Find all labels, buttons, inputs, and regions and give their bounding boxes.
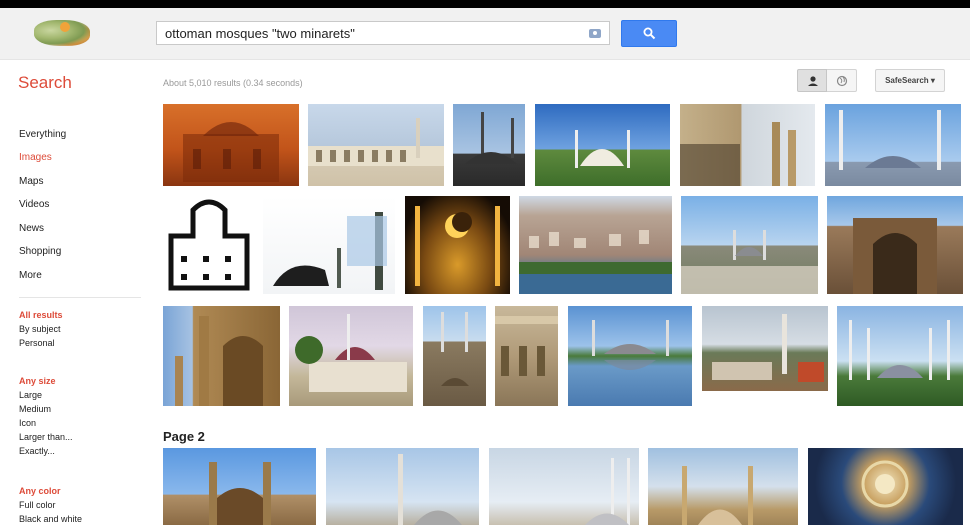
filter-larger-than[interactable]: Larger than... [19, 432, 73, 442]
fountain-courtyard-icon [441, 312, 469, 386]
mosque-silhouette-icon [183, 122, 279, 182]
modern-mosque-icon [575, 130, 630, 168]
filter-by-subject[interactable]: By subject [19, 324, 61, 334]
painted-mosque-icon [295, 314, 407, 392]
skyline-minaret-icon [712, 314, 824, 382]
personal-results-button[interactable] [797, 69, 827, 92]
image-result[interactable] [308, 104, 444, 186]
image-result[interactable] [163, 104, 299, 186]
filter-large[interactable]: Large [19, 390, 42, 400]
nav-maps[interactable]: Maps [19, 176, 43, 187]
image-result[interactable] [648, 448, 798, 525]
safesearch-button[interactable]: SafeSearch ▾ [875, 69, 945, 92]
result-stats: About 5,010 results (0.34 seconds) [163, 78, 303, 88]
filter-personal[interactable]: Personal [19, 338, 55, 348]
minaret-pair-icon [680, 122, 796, 186]
filter-medium[interactable]: Medium [19, 404, 51, 414]
globe-icon [836, 75, 848, 87]
filter-any-color[interactable]: Any color [19, 486, 61, 496]
filter-any-size[interactable]: Any size [19, 376, 56, 386]
image-result[interactable] [680, 104, 815, 186]
image-result[interactable] [163, 306, 280, 406]
filter-exactly[interactable]: Exactly... [19, 446, 55, 456]
mosque-reflection-icon [592, 320, 669, 370]
mosque-minarets-icon [465, 112, 517, 164]
image-result[interactable] [568, 306, 692, 406]
filter-full-color[interactable]: Full color [19, 500, 56, 510]
image-result[interactable] [495, 306, 558, 406]
floor-plan-icon [168, 199, 250, 291]
image-result[interactable] [827, 196, 963, 294]
image-result[interactable] [519, 196, 672, 294]
magnifier-icon [643, 27, 656, 40]
image-result[interactable] [163, 196, 255, 294]
search-input[interactable] [157, 22, 593, 44]
portal-facade-icon [853, 218, 937, 294]
search-title: Search [18, 73, 72, 92]
arcade-wall-icon [495, 316, 558, 376]
nav-more[interactable]: More [19, 270, 42, 281]
image-result[interactable] [453, 104, 525, 186]
domed-mosque-icon [398, 454, 462, 525]
minaret-silhouette-icon [273, 212, 387, 290]
distant-mosque-icon [585, 458, 630, 525]
top-bar [0, 8, 970, 60]
image-result[interactable] [423, 306, 486, 406]
search-button[interactable] [621, 20, 677, 47]
nav-shopping[interactable]: Shopping [19, 246, 61, 257]
iwan-mosque-icon [209, 462, 271, 525]
minaret-closeup-icon [175, 316, 263, 406]
image-result[interactable] [289, 306, 413, 406]
image-result[interactable] [837, 306, 963, 406]
image-result[interactable] [535, 104, 670, 186]
sandstone-mosque-icon [682, 466, 753, 525]
person-icon [808, 76, 818, 86]
filter-all-results[interactable]: All results [19, 310, 63, 320]
image-result[interactable] [825, 104, 961, 186]
blue-mosque-icon [839, 110, 941, 170]
filter-icon[interactable]: Icon [19, 418, 36, 428]
image-result[interactable] [681, 196, 818, 294]
image-result[interactable] [263, 196, 395, 294]
nav-images[interactable]: Images [19, 152, 52, 163]
google-doodle-logo[interactable] [34, 20, 90, 46]
courtyard-arcade-icon [308, 118, 444, 166]
page-2-label: Page 2 [163, 429, 205, 444]
image-result[interactable] [326, 448, 479, 525]
image-result[interactable] [405, 196, 510, 294]
six-minaret-mosque-icon [849, 320, 950, 380]
nav-videos[interactable]: Videos [19, 199, 49, 210]
image-result[interactable] [163, 448, 316, 525]
image-result[interactable] [489, 448, 639, 525]
crescent-star-icon [415, 206, 500, 286]
world-results-button[interactable] [827, 69, 857, 92]
sidebar-divider [19, 297, 141, 298]
nav-everything[interactable]: Everything [19, 129, 66, 140]
search-box [156, 21, 610, 45]
nav-news[interactable]: News [19, 223, 44, 234]
image-result[interactable] [808, 448, 963, 525]
camera-icon[interactable] [589, 29, 601, 38]
city-waterfront-icon [519, 230, 672, 294]
hillside-mosque-icon [681, 230, 818, 294]
browser-page: Search About 5,010 results (0.34 seconds… [0, 8, 970, 525]
image-result[interactable] [702, 306, 828, 391]
filter-black-and-white[interactable]: Black and white [19, 514, 82, 524]
dome-interior-icon [861, 460, 909, 508]
